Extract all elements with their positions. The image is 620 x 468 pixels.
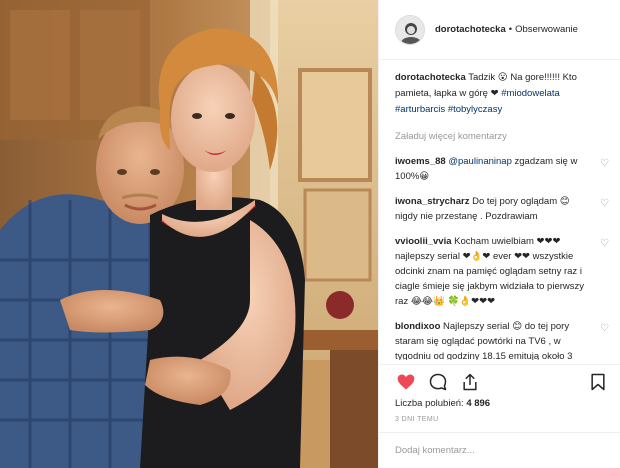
post-side-panel: dorotachotecka • Obserwowanie dorotachotec… xyxy=(378,0,620,468)
small-heart-icon[interactable]: ♡ xyxy=(600,236,609,251)
small-heart-icon[interactable]: ♡ xyxy=(600,196,609,211)
header-text: dorotachotecka • Obserwowanie xyxy=(435,24,578,35)
avatar-image xyxy=(396,15,424,44)
share-icon[interactable] xyxy=(459,371,481,393)
instagram-post: dorotachotecka • Obserwowanie dorotachotec… xyxy=(0,0,620,468)
author-username[interactable]: dorotachotecka xyxy=(435,24,506,35)
likes-number: 4 896 xyxy=(466,398,491,409)
caption-username[interactable]: dorotachotecka xyxy=(395,72,466,83)
comment-icon-shape xyxy=(429,373,447,390)
photo-couple-image xyxy=(0,0,378,468)
comment-item: blondixoo Najlepszy serial 😊 do tej pory… xyxy=(395,319,609,360)
comments-section: dorotachotecka Tadzik 😮 Na gore!!!!!! Kt… xyxy=(395,70,609,360)
bookmark-icon[interactable] xyxy=(587,371,609,393)
comment-icon[interactable] xyxy=(427,371,449,393)
comment-username[interactable]: blondixoo xyxy=(395,321,440,332)
post-actions-bar xyxy=(379,364,620,394)
likes-label: Liczba polubień: xyxy=(395,398,464,409)
comment-username[interactable]: iwoems_88 xyxy=(395,156,446,167)
small-heart-icon[interactable]: ♡ xyxy=(600,321,609,336)
comment-input[interactable] xyxy=(395,445,605,456)
heart-icon-shape xyxy=(397,374,415,389)
comment-mention-link[interactable]: @paulinaninap xyxy=(448,156,512,167)
share-icon-shape xyxy=(463,373,477,390)
bookmark-icon-shape xyxy=(591,373,605,390)
follow-status-button[interactable]: Obserwowanie xyxy=(515,24,578,35)
post-photo[interactable] xyxy=(0,0,378,468)
hashtag-link[interactable]: #miodowelata xyxy=(501,88,560,99)
header-separator: • xyxy=(508,24,513,35)
hashtag-link[interactable]: #arturbarcis xyxy=(395,104,445,115)
comment-item: iwona_strycharz Do tej pory oglądam 😊 ni… xyxy=(395,194,609,224)
comment-item: iwoems_88 @paulinaninap zgadzam się w 10… xyxy=(395,154,609,184)
post-header: dorotachotecka • Obserwowanie xyxy=(379,0,620,60)
avatar[interactable] xyxy=(395,14,425,45)
post-timestamp[interactable]: 3 DNI TEMU xyxy=(395,416,439,423)
comment-item: vvioolii_vvia Kocham uwielbiam ❤❤❤ najle… xyxy=(395,234,609,309)
add-comment-bar xyxy=(379,432,620,468)
post-caption: dorotachotecka Tadzik 😮 Na gore!!!!!! Kt… xyxy=(395,70,609,118)
load-more-comments-button[interactable]: Załaduj więcej komentarzy xyxy=(395,130,609,144)
hashtag-link[interactable]: #tobylyczasy xyxy=(448,104,502,115)
likes-count[interactable]: Liczba polubień: 4 896 xyxy=(395,398,490,409)
small-heart-icon[interactable]: ♡ xyxy=(600,156,609,171)
comment-username[interactable]: iwona_strycharz xyxy=(395,196,469,207)
heart-icon[interactable] xyxy=(395,371,417,393)
comment-username[interactable]: vvioolii_vvia xyxy=(395,236,452,247)
